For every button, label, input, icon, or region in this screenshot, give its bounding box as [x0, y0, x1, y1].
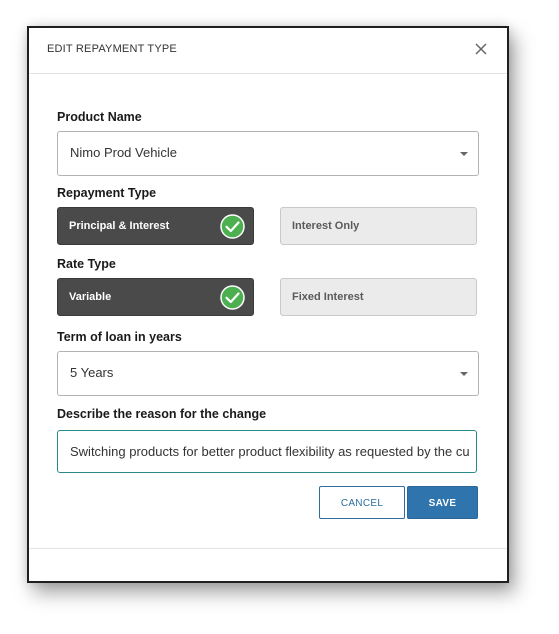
toggle-label: Fixed Interest: [292, 291, 364, 303]
repayment-type-label: Repayment Type: [57, 186, 157, 200]
footer-divider: [29, 548, 507, 549]
product-name-value: Nimo Prod Vehicle: [70, 145, 177, 160]
chevron-down-icon: [460, 152, 468, 156]
reason-label: Describe the reason for the change: [57, 407, 267, 421]
reason-value: Switching products for better product fl…: [70, 444, 470, 459]
term-label: Term of loan in years: [57, 330, 182, 344]
toggle-label: Variable: [69, 291, 112, 303]
rate-option-fixed-interest[interactable]: Fixed Interest: [280, 278, 477, 316]
toggle-label: Interest Only: [292, 220, 360, 232]
cancel-button[interactable]: CANCEL: [319, 486, 405, 519]
chevron-down-icon: [460, 372, 468, 376]
repayment-option-interest-only[interactable]: Interest Only: [280, 207, 477, 245]
term-value: 5 Years: [70, 365, 114, 380]
dialog-title: EDIT REPAYMENT TYPE: [47, 43, 177, 55]
edit-repayment-dialog: EDIT REPAYMENT TYPE Product Name Nimo Pr…: [27, 26, 509, 583]
rate-option-variable[interactable]: Variable: [57, 278, 254, 316]
term-select[interactable]: 5 Years: [57, 351, 479, 396]
rate-type-label: Rate Type: [57, 257, 116, 271]
repayment-option-principal-interest[interactable]: Principal & Interest: [57, 207, 254, 245]
reason-input[interactable]: Switching products for better product fl…: [57, 430, 477, 473]
check-circle-icon: [220, 214, 245, 239]
close-icon[interactable]: [473, 41, 489, 57]
dialog-header: EDIT REPAYMENT TYPE: [29, 28, 507, 74]
product-name-select[interactable]: Nimo Prod Vehicle: [57, 131, 479, 176]
save-button[interactable]: SAVE: [407, 486, 478, 519]
toggle-label: Principal & Interest: [69, 220, 170, 232]
product-name-label: Product Name: [57, 110, 142, 124]
check-circle-icon: [220, 285, 245, 310]
